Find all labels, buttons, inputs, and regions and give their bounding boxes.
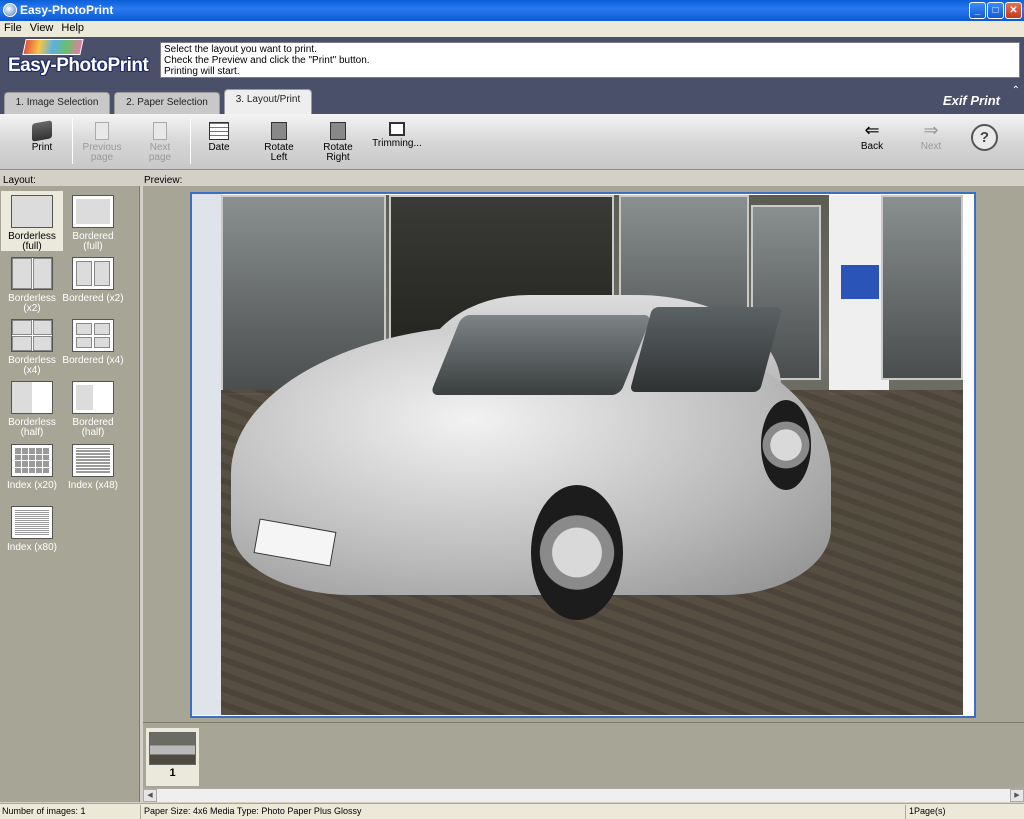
layout-thumb-icon [72, 319, 114, 352]
layout-thumb-icon [11, 506, 53, 539]
car-side-window [629, 307, 783, 392]
layout-bordered-half[interactable]: Bordered (half) [62, 377, 124, 438]
car-windshield [429, 315, 653, 395]
back-button[interactable]: ⇐ Back [844, 118, 900, 168]
instruction-line: Select the layout you want to print. [164, 44, 317, 55]
car-wheel [761, 400, 811, 490]
status-paper-info: Paper Size: 4x6 Media Type: Photo Paper … [142, 805, 906, 819]
help-button[interactable]: ? [971, 124, 998, 151]
layout-thumb-icon [11, 319, 53, 352]
close-button[interactable]: ✕ [1005, 2, 1022, 19]
minimize-button[interactable]: _ [969, 2, 986, 19]
layout-bordered-x2[interactable]: Bordered (x2) [62, 253, 124, 313]
next-page-button[interactable]: Next page [132, 118, 188, 168]
logo-photos-icon [22, 39, 84, 55]
layout-thumb-icon [11, 195, 53, 228]
next-page-icon [153, 122, 167, 140]
previous-page-icon [95, 122, 109, 140]
menu-view[interactable]: View [26, 21, 58, 35]
instructions-box: Select the layout you want to print. Che… [160, 42, 1020, 78]
layout-borderless-full[interactable]: Borderless (full) [1, 191, 63, 252]
mailbox [841, 265, 879, 299]
rotate-left-button[interactable]: Rotate Left [251, 118, 307, 168]
tab-paper-selection[interactable]: 2. Paper Selection [114, 92, 220, 114]
car-wheel [531, 485, 623, 620]
app-logo: Easy-PhotoPrint [6, 39, 156, 81]
layout-borderless-half[interactable]: Borderless (half) [1, 377, 63, 438]
preview-photo[interactable] [221, 195, 963, 715]
paper-edge [192, 194, 222, 715]
date-button[interactable]: Date [191, 118, 247, 168]
layout-thumb-icon [72, 444, 114, 477]
trimming-button[interactable]: Trimming... [369, 118, 425, 168]
layout-thumb-icon [72, 257, 114, 290]
layout-panel: Borderless (full) Bordered (full) Borderl… [0, 186, 140, 802]
printer-icon [32, 120, 52, 142]
menu-help[interactable]: Help [57, 21, 88, 35]
layout-thumb-icon [11, 381, 53, 414]
print-button[interactable]: Print [14, 118, 70, 168]
layout-bordered-full[interactable]: Bordered (full) [62, 191, 124, 252]
status-bar: Number of images: 1 Paper Size: 4x6 Medi… [0, 803, 1024, 819]
preview-label: Preview: [144, 175, 183, 186]
scroll-right-icon[interactable]: ▶ [1010, 789, 1024, 802]
layout-borderless-x2[interactable]: Borderless (x2) [1, 253, 63, 314]
collapse-icon[interactable]: ⌃ [1012, 85, 1020, 96]
tab-image-selection[interactable]: 1. Image Selection [4, 92, 110, 114]
arrow-left-icon: ⇐ [864, 120, 880, 140]
layout-index-x20[interactable]: Index (x20) [1, 440, 63, 500]
thumbnail-image [149, 732, 196, 765]
scroll-left-icon[interactable]: ◀ [143, 789, 157, 802]
rotate-right-button[interactable]: Rotate Right [310, 118, 366, 168]
layout-label: Layout: [3, 175, 36, 186]
status-page-count: 1Page(s) [909, 806, 946, 816]
exif-print-logo: Exif Print [942, 93, 1000, 108]
status-image-count: Number of images: 1 [0, 805, 141, 819]
menu-file[interactable]: File [0, 21, 26, 35]
arrow-right-icon: ⇒ [923, 120, 939, 140]
step-tabs: 1. Image Selection 2. Paper Selection 3.… [0, 83, 1024, 114]
layout-thumb-icon [72, 195, 114, 228]
menu-bar: File View Help [0, 21, 1024, 37]
layout-thumb-icon [72, 381, 114, 414]
instruction-line: Printing will start. [164, 66, 240, 77]
background-window [881, 195, 963, 380]
rotate-left-icon [271, 122, 287, 140]
toolbar-divider [72, 118, 73, 164]
layout-thumb-icon [11, 257, 53, 290]
layout-index-x80[interactable]: Index (x80) [1, 502, 63, 562]
title-bar: Easy-PhotoPrint _ □ ✕ [0, 0, 1024, 21]
header: Easy-PhotoPrint Select the layout you wa… [0, 37, 1024, 83]
app-icon[interactable] [3, 3, 17, 17]
logo-text: Easy-PhotoPrint [8, 55, 149, 76]
layout-thumb-icon [11, 444, 53, 477]
rotate-right-icon [330, 122, 346, 140]
calendar-icon [209, 122, 229, 140]
layout-index-x48[interactable]: Index (x48) [62, 440, 124, 500]
previous-page-button[interactable]: Previous page [74, 118, 130, 168]
maximize-button[interactable]: □ [987, 2, 1004, 19]
next-button[interactable]: ⇒ Next [903, 118, 959, 168]
instruction-line: Check the Preview and click the "Print" … [164, 55, 370, 66]
window-title: Easy-PhotoPrint [20, 3, 114, 17]
horizontal-scrollbar[interactable]: ◀ ▶ [143, 788, 1024, 802]
layout-bordered-x4[interactable]: Bordered (x4) [62, 315, 124, 375]
thumbnail-item[interactable]: 1 [146, 728, 199, 786]
layout-borderless-x4[interactable]: Borderless (x4) [1, 315, 63, 376]
toolbar: Print Previous page Next page Date Rotat… [0, 114, 1024, 170]
tab-layout-print[interactable]: 3. Layout/Print [224, 89, 312, 114]
crop-icon [389, 122, 405, 136]
thumbnail-number: 1 [169, 767, 176, 779]
